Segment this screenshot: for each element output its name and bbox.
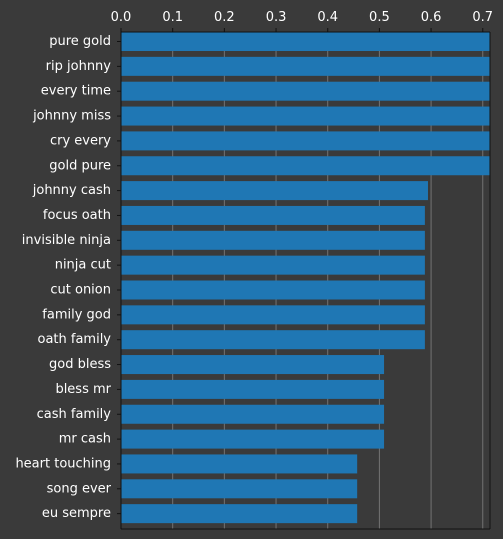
category-label: cash family xyxy=(37,407,112,422)
bar-every-time xyxy=(121,81,490,101)
bar-cut-onion xyxy=(121,280,425,300)
bar-gold-pure xyxy=(121,156,490,176)
x-tick-label: 0.7 xyxy=(472,10,493,25)
category-label: invisible ninja xyxy=(22,233,111,248)
category-labels: pure gold rip johnny every time johnny miss… xyxy=(15,34,111,521)
category-label: bless mr xyxy=(55,382,111,397)
x-tick-labels: 0.0 0.1 0.2 0.3 0.4 0.5 0.6 0.7 xyxy=(111,10,493,25)
category-label: rip johnny xyxy=(46,59,112,74)
bar-cash-family xyxy=(121,404,385,424)
x-tick-label: 0.4 xyxy=(317,10,338,25)
bar-eu-sempre xyxy=(121,504,358,524)
bar-johnny-cash xyxy=(121,181,428,201)
bar-invisible-ninja xyxy=(121,230,425,250)
bar-oath-family xyxy=(121,330,425,350)
x-tick-label: 0.3 xyxy=(266,10,287,25)
category-label: cut onion xyxy=(50,283,111,298)
bar-rip-johnny xyxy=(121,56,490,76)
bar-god-bless xyxy=(121,355,385,375)
category-label: song ever xyxy=(47,481,112,496)
bar-family-god xyxy=(121,305,425,325)
x-tick-label: 0.2 xyxy=(214,10,235,25)
bar-song-ever xyxy=(121,479,358,499)
bar-johnny-miss xyxy=(121,106,490,126)
category-label: every time xyxy=(41,84,111,99)
category-label: johnny cash xyxy=(32,183,111,198)
category-label: ninja cut xyxy=(55,258,111,273)
category-label: oath family xyxy=(37,332,111,347)
bar-ninja-cut xyxy=(121,255,425,275)
bar-bless-mr xyxy=(121,379,385,399)
bar-focus-oath xyxy=(121,205,425,225)
x-tick-label: 0.0 xyxy=(111,10,132,25)
category-label: family god xyxy=(42,307,111,322)
category-label: cry every xyxy=(50,133,111,148)
category-label: focus oath xyxy=(43,208,111,223)
category-label: johnny miss xyxy=(32,109,111,124)
bar-cry-every xyxy=(121,131,490,151)
x-tick-label: 0.6 xyxy=(421,10,442,25)
category-label: eu sempre xyxy=(42,506,111,521)
category-label: gold pure xyxy=(49,158,111,173)
category-label: pure gold xyxy=(49,34,111,49)
x-tick-label: 0.5 xyxy=(369,10,390,25)
bar-pure-gold xyxy=(121,32,490,51)
x-tick-label: 0.1 xyxy=(162,10,183,25)
category-label: heart touching xyxy=(15,456,111,471)
bar-chart: 0.0 0.1 0.2 0.3 0.4 0.5 0.6 0.7 pure gold rip jo… xyxy=(15,10,493,530)
category-label: god bless xyxy=(49,357,111,372)
category-label: mr cash xyxy=(59,432,111,447)
bar-mr-cash xyxy=(121,429,385,449)
bar-heart-touching xyxy=(121,454,358,474)
bars xyxy=(121,32,490,524)
